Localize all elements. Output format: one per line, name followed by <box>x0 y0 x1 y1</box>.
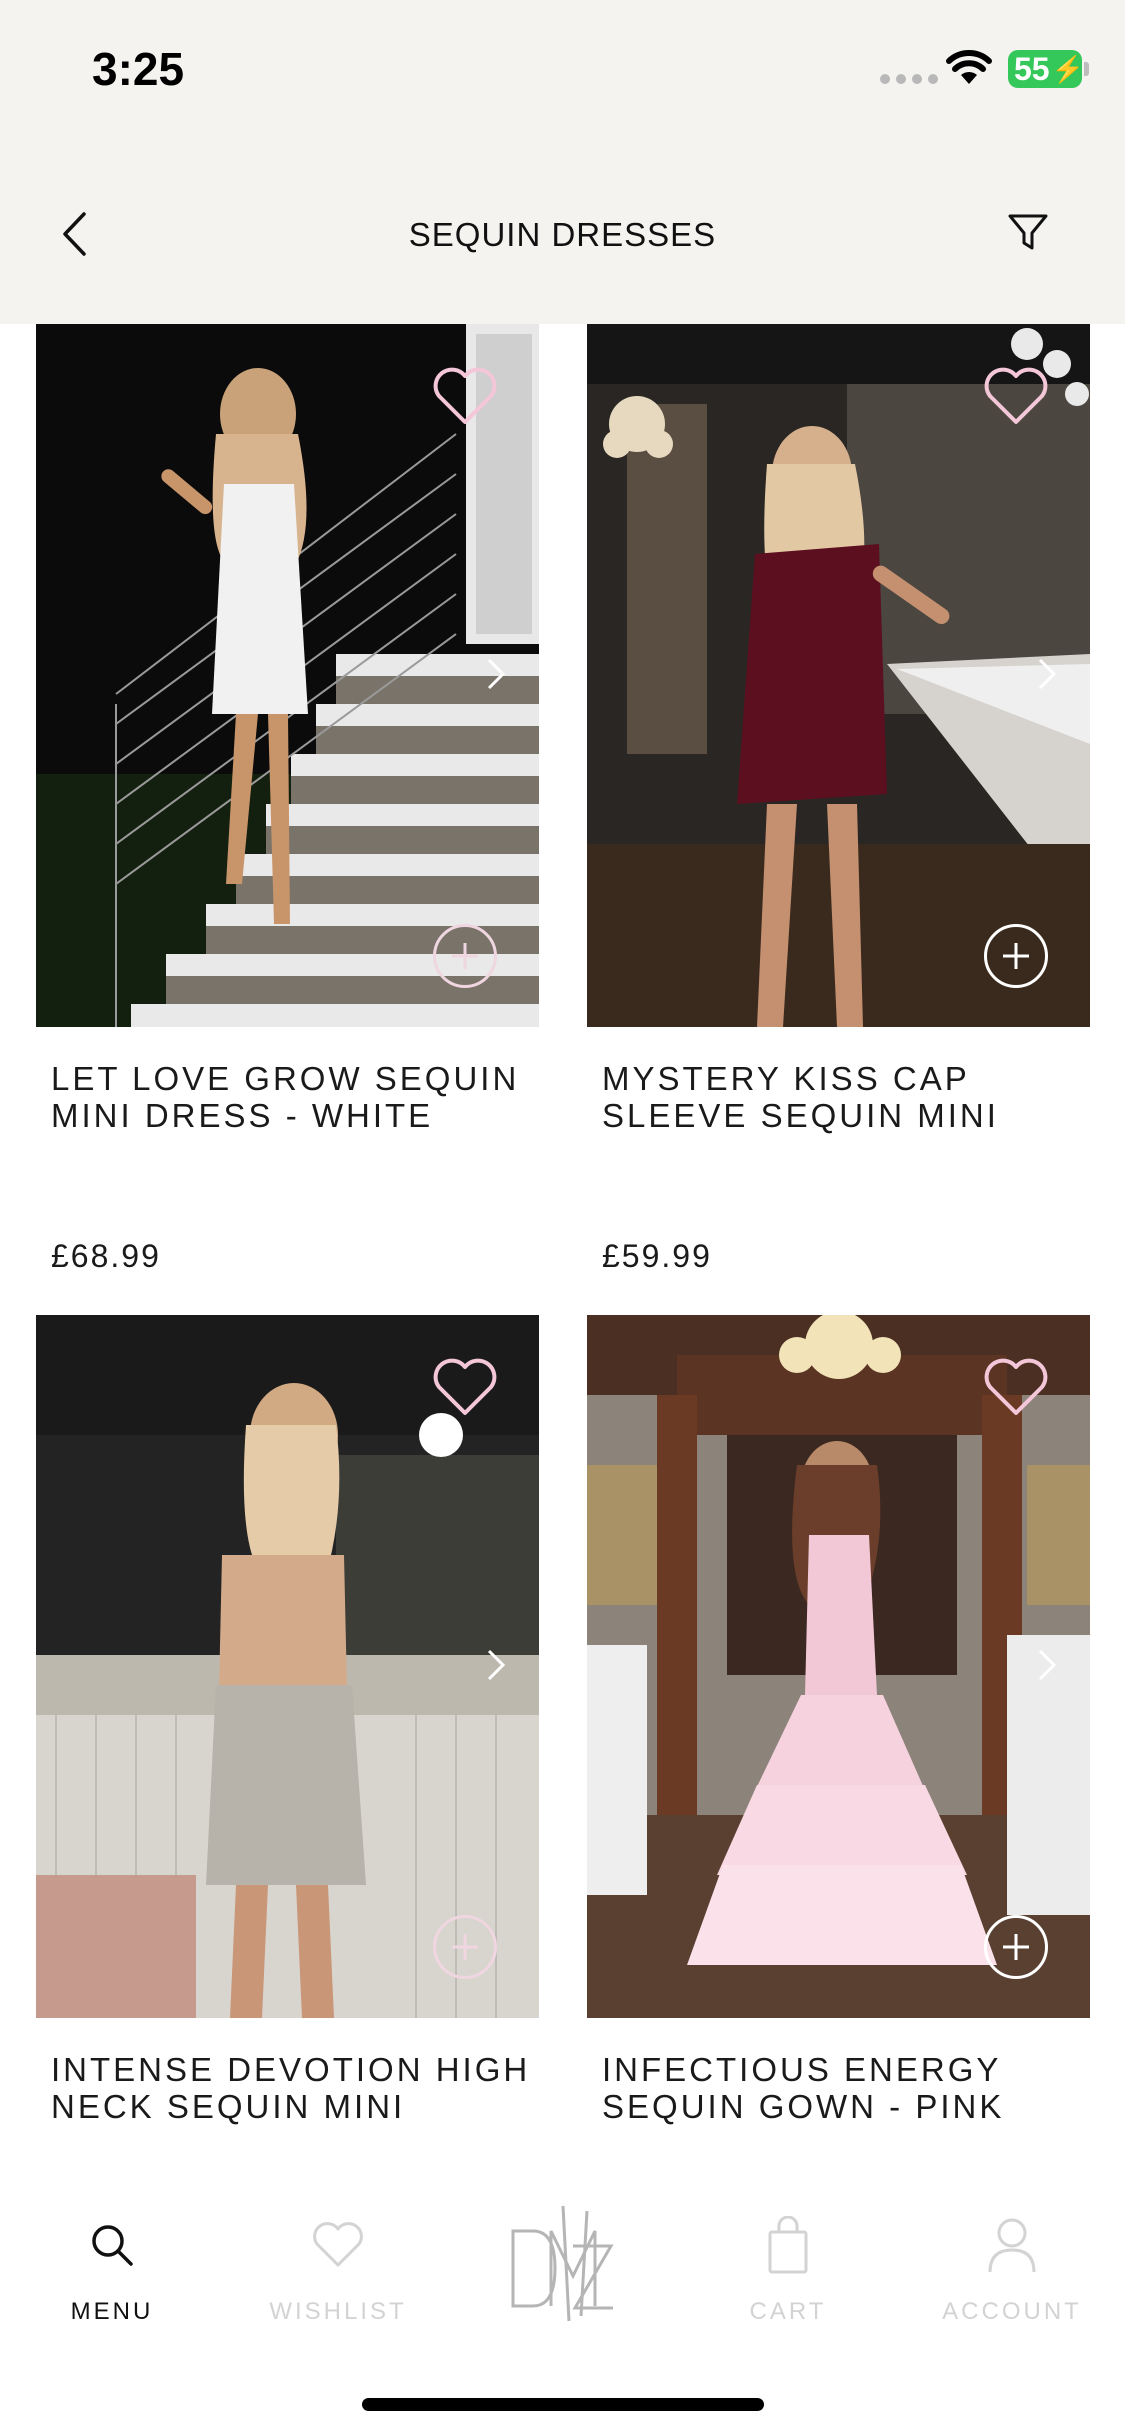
wishlist-heart-icon[interactable] <box>431 1357 499 1417</box>
product-image[interactable] <box>36 1315 539 2018</box>
quick-add-button[interactable] <box>984 924 1048 988</box>
product-photo-pink-gown <box>587 1315 1090 2018</box>
filter-icon <box>1008 214 1048 250</box>
shopping-bag-icon <box>768 2216 808 2274</box>
plus-icon <box>1003 1934 1029 1960</box>
tab-label: ACCOUNT <box>942 2298 1082 2325</box>
product-photo-silver-dress <box>36 1315 539 2018</box>
wifi-icon <box>946 50 992 84</box>
brand-logo-icon <box>511 2205 614 2322</box>
product-photo-burgundy-dress <box>587 324 1090 1027</box>
wishlist-heart-icon[interactable] <box>982 366 1050 426</box>
tab-label: MENU <box>70 2298 154 2325</box>
battery-level: 55 <box>1014 50 1050 87</box>
chevron-right-icon[interactable] <box>481 654 511 694</box>
product-image[interactable] <box>587 324 1090 1027</box>
plus-icon <box>1003 943 1029 969</box>
product-image[interactable] <box>587 1315 1090 2018</box>
quick-add-button[interactable] <box>433 1915 497 1979</box>
product-photo-white-dress <box>36 324 539 1027</box>
product-price: £59.99 <box>602 1238 712 1274</box>
product-name[interactable]: MYSTERY KISS CAP SLEEVE SEQUIN MINI <box>602 1060 1082 1134</box>
search-icon <box>92 2225 133 2266</box>
battery-cap <box>1084 62 1089 76</box>
product-name[interactable]: INFECTIOUS ENERGY SEQUIN GOWN - PINK <box>602 2051 1082 2125</box>
wishlist-heart-icon[interactable] <box>982 1357 1050 1417</box>
cellular-signal-icon <box>880 74 938 84</box>
brand-logo[interactable] <box>503 2196 623 2326</box>
plus-icon <box>452 1934 478 1960</box>
plus-icon <box>452 943 478 969</box>
chevron-right-icon[interactable] <box>1032 1645 1062 1685</box>
tab-label: CART <box>749 2298 827 2325</box>
chevron-right-icon[interactable] <box>1032 654 1062 694</box>
tab-cart[interactable]: CART <box>688 2210 888 2326</box>
user-icon <box>988 2218 1036 2273</box>
product-name[interactable]: INTENSE DEVOTION HIGH NECK SEQUIN MINI <box>51 2051 531 2125</box>
home-indicator <box>362 2398 764 2411</box>
filter-button[interactable] <box>1006 210 1056 260</box>
product-name[interactable]: LET LOVE GROW SEQUIN MINI DRESS - WHITE <box>51 1060 531 1134</box>
status-time: 3:25 <box>92 43 185 95</box>
chevron-right-icon[interactable] <box>481 1645 511 1685</box>
tab-label: WISHLIST <box>269 2298 407 2325</box>
wishlist-heart-icon[interactable] <box>431 366 499 426</box>
tab-menu[interactable]: MENU <box>12 2210 212 2326</box>
battery-icon: 55 ⚡ <box>1008 50 1084 88</box>
quick-add-button[interactable] <box>433 924 497 988</box>
tab-wishlist[interactable]: WISHLIST <box>238 2210 438 2326</box>
heart-icon <box>313 2222 363 2267</box>
tab-account[interactable]: ACCOUNT <box>912 2210 1112 2326</box>
product-price: £68.99 <box>51 1238 161 1274</box>
quick-add-button[interactable] <box>984 1915 1048 1979</box>
page-title: SEQUIN DRESSES <box>408 216 717 253</box>
top-bar: 3:25 55 ⚡ SEQUIN DRESSES <box>0 0 1125 324</box>
product-image[interactable] <box>36 324 539 1027</box>
